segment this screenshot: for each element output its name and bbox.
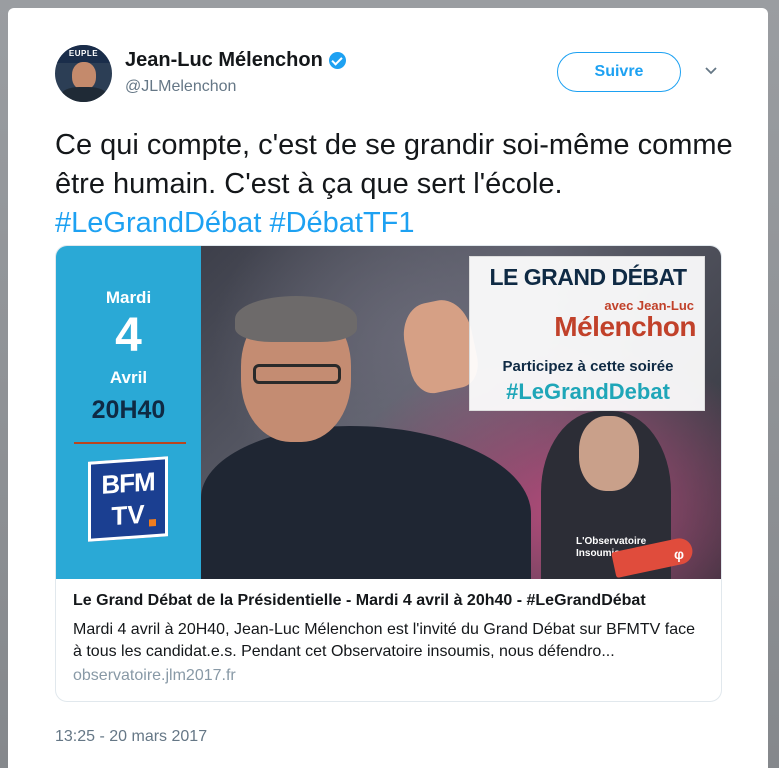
- card-image[interactable]: Mardi 4 Avril 20H40 BFM TV LE GRAND DÉBA…: [56, 246, 721, 579]
- hashtag-link[interactable]: #LeGrandDébat: [55, 207, 261, 239]
- follow-button[interactable]: Suivre: [557, 52, 681, 92]
- tweet-timestamp[interactable]: 13:25 - 20 mars 2017: [55, 728, 207, 746]
- panel-date-number: 4: [115, 309, 142, 362]
- card-body[interactable]: Le Grand Débat de la Présidentielle - Ma…: [56, 579, 721, 701]
- avatar-band: EUPLE: [55, 45, 112, 63]
- card-url[interactable]: observatoire.jlm2017.fr: [73, 667, 706, 685]
- chevron-down-icon[interactable]: [705, 65, 717, 77]
- tweet-text: Ce qui compte, c'est de se grandir soi-m…: [55, 126, 735, 243]
- hashtag-link[interactable]: #DébatTF1: [269, 207, 414, 239]
- date-panel: Mardi 4 Avril 20H40 BFM TV: [56, 246, 201, 579]
- user-handle[interactable]: @JLMelenchon: [125, 78, 346, 96]
- photo-background-head: [579, 416, 639, 491]
- overlay-hashtag: #LeGrandDebat: [506, 379, 670, 404]
- panel-month: Avril: [109, 368, 148, 387]
- overlay-title: LE GRAND DÉBAT: [489, 264, 687, 290]
- phi-symbol: φ: [674, 546, 685, 562]
- tweet-body: Ce qui compte, c'est de se grandir soi-m…: [55, 129, 733, 200]
- card-title[interactable]: Le Grand Débat de la Présidentielle - Ma…: [73, 591, 706, 611]
- photo-glasses: [253, 364, 341, 384]
- card-description: Mardi 4 avril à 20H40, Jean-Luc Mélencho…: [73, 621, 696, 660]
- bfmtv-logo: BFM TV: [88, 456, 168, 542]
- link-card[interactable]: Mardi 4 Avril 20H40 BFM TV LE GRAND DÉBA…: [55, 245, 722, 702]
- display-name[interactable]: Jean-Luc Mélenchon: [125, 49, 323, 72]
- tweet-modal: EUPLE Jean-Luc Mélenchon @JLMelenchon Su…: [8, 8, 768, 768]
- avatar-shirt: [61, 87, 107, 102]
- panel-divider: [74, 442, 186, 444]
- display-name-row[interactable]: Jean-Luc Mélenchon: [125, 49, 346, 72]
- avatar-face: [72, 62, 96, 90]
- user-names: Jean-Luc Mélenchon @JLMelenchon: [125, 49, 346, 96]
- panel-day: Mardi: [105, 288, 152, 307]
- photo-person-hair: [235, 296, 357, 342]
- overlay-participate: Participez à cette soirée: [502, 358, 674, 375]
- avatar[interactable]: EUPLE: [55, 45, 112, 102]
- event-overlay: LE GRAND DÉBAT avec Jean-Luc Mélenchon P…: [469, 256, 705, 411]
- tweet-header: EUPLE Jean-Luc Mélenchon @JLMelenchon Su…: [55, 45, 735, 105]
- overlay-name: Mélenchon: [554, 311, 696, 342]
- logo-dot: [149, 519, 156, 527]
- logo-text-line2: TV: [111, 498, 145, 532]
- panel-time: 20H40: [91, 396, 166, 424]
- logo-text-line1: BFM: [101, 466, 155, 500]
- photo-person-body: [201, 426, 531, 579]
- verified-badge-icon: [328, 52, 346, 69]
